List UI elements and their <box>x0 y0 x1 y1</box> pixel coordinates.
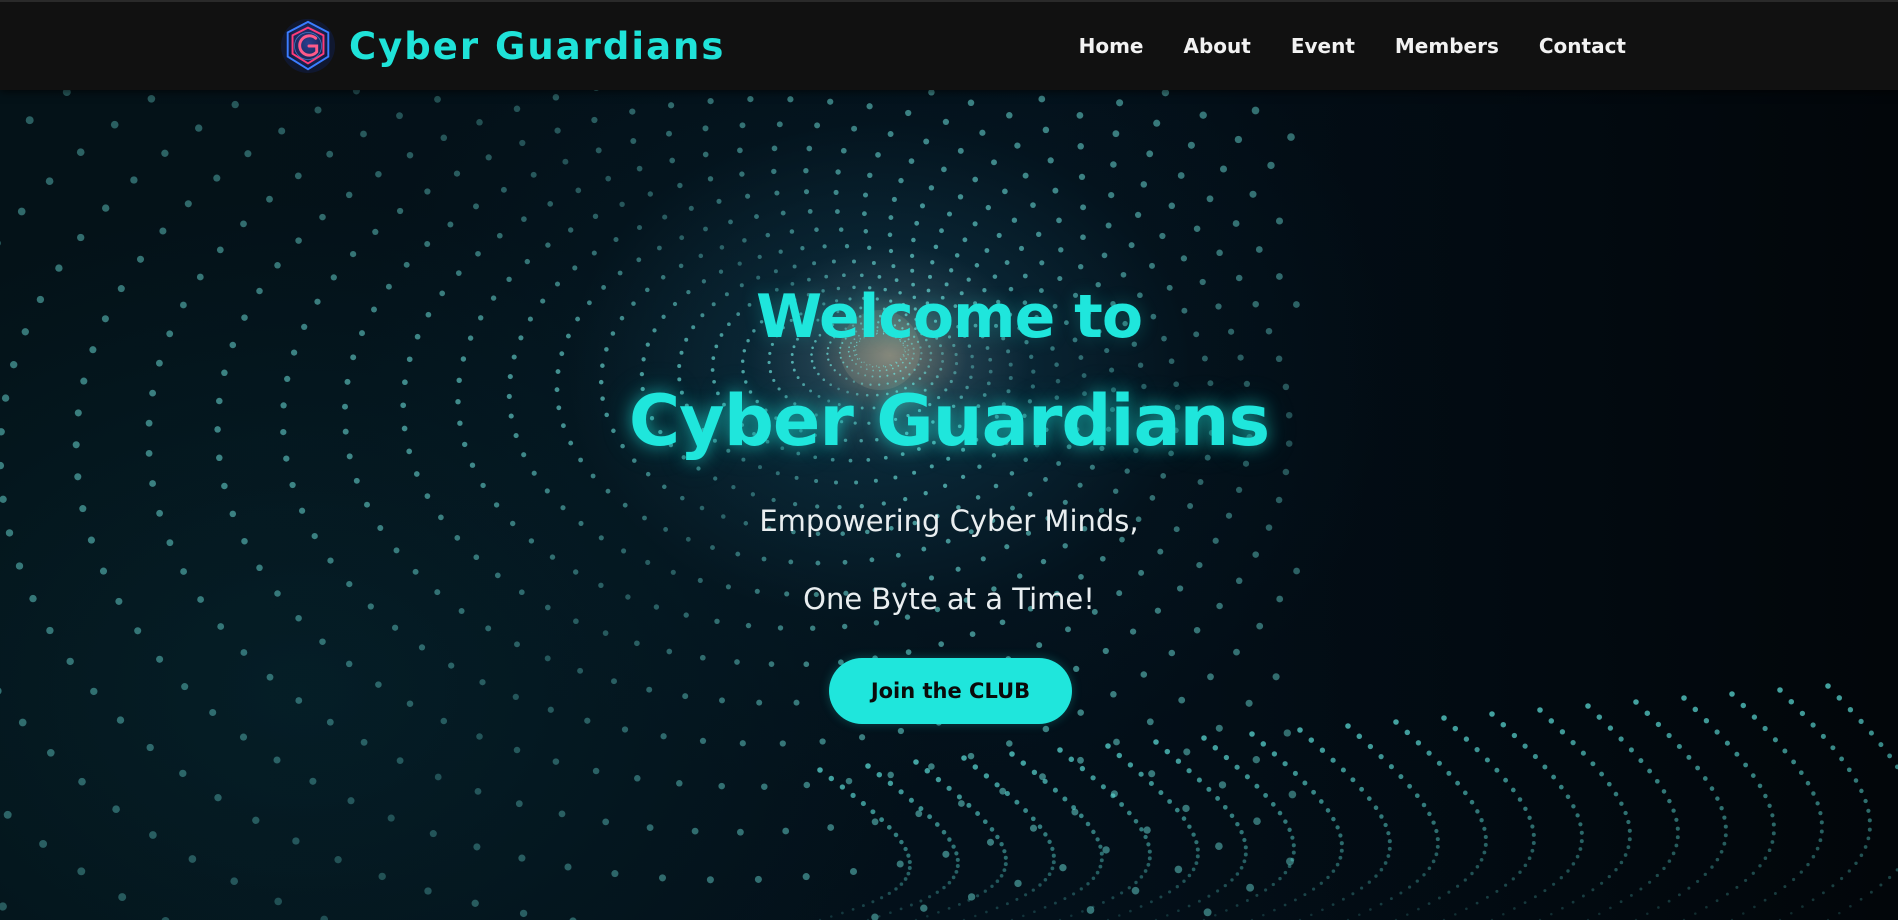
club-title: Cyber Guardians <box>628 380 1270 462</box>
nav-event[interactable]: Event <box>1291 34 1355 58</box>
shield-logo-icon <box>280 18 336 74</box>
page: Cyber Guardians Home About Event Members… <box>0 0 1898 920</box>
top-navbar: Cyber Guardians Home About Event Members… <box>0 0 1898 90</box>
nav-members[interactable]: Members <box>1395 34 1499 58</box>
nav-links: Home About Event Members Contact <box>1079 2 1626 90</box>
brand-name: Cyber Guardians <box>349 24 726 68</box>
hero-section: Welcome to Cyber Guardians Empowering Cy… <box>0 90 1898 920</box>
nav-home[interactable]: Home <box>1079 34 1144 58</box>
nav-about[interactable]: About <box>1183 34 1250 58</box>
tagline-line-2: One Byte at a Time! <box>803 582 1095 616</box>
brand-link[interactable]: Cyber Guardians <box>279 14 725 78</box>
welcome-heading: Welcome to <box>755 282 1143 352</box>
tagline-line-1: Empowering Cyber Minds, <box>759 504 1139 538</box>
join-club-button[interactable]: Join the CLUB <box>829 658 1072 724</box>
nav-contact[interactable]: Contact <box>1539 34 1626 58</box>
